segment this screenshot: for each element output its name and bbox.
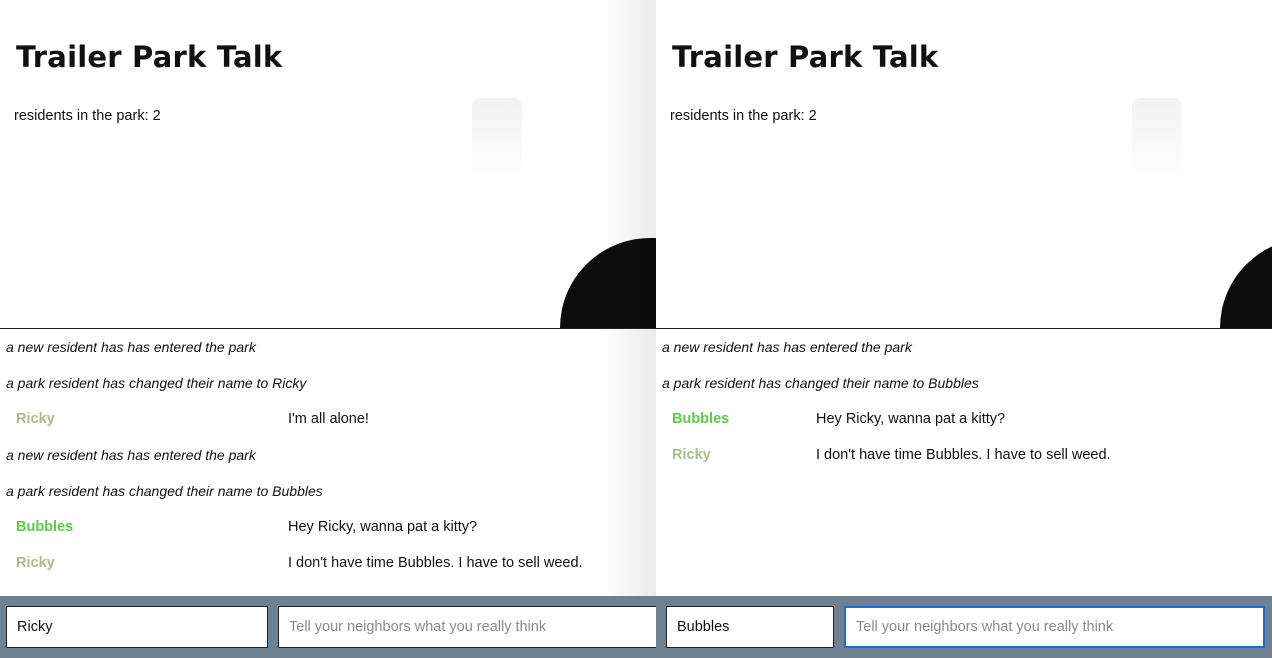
page-title: Trailer Park Talk — [672, 40, 939, 74]
message-author: Ricky — [672, 447, 711, 463]
message-author: Ricky — [16, 555, 55, 571]
residents-count: residents in the park: 2 — [670, 108, 817, 124]
message-author: Bubbles — [672, 411, 730, 427]
chat-message: Bubbles Hey Ricky, wanna pat a kitty? — [656, 401, 1272, 437]
message-text: I don't have time Bubbles. I have to sel… — [816, 447, 1111, 463]
message-list: a new resident has has entered the park a… — [656, 329, 1272, 595]
chat-message: Bubbles Hey Ricky, wanna pat a kitty? — [0, 509, 656, 545]
background-photo — [472, 98, 522, 183]
name-input[interactable] — [666, 606, 834, 648]
message-input[interactable] — [844, 606, 1265, 648]
message-text: I'm all alone! — [288, 411, 369, 427]
message-text: Hey Ricky, wanna pat a kitty? — [288, 519, 478, 535]
header: Trailer Park Talk residents in the park:… — [0, 0, 656, 329]
system-notice: a new resident has has entered the park — [6, 339, 256, 355]
system-notice: a new resident has has entered the park — [6, 447, 256, 463]
chat-message: Ricky I don't have time Bubbles. I have t… — [0, 545, 656, 581]
message-author: Ricky — [16, 411, 55, 427]
name-input[interactable] — [6, 606, 268, 648]
input-bar — [0, 596, 656, 658]
background-photo — [1132, 98, 1182, 183]
background-photo-figure — [1220, 238, 1272, 328]
header: Trailer Park Talk residents in the park:… — [656, 0, 1272, 329]
system-notice: a park resident has changed their name t… — [662, 375, 979, 391]
system-notice: a park resident has changed their name t… — [6, 483, 323, 499]
message-text: I don't have time Bubbles. I have to sel… — [288, 555, 583, 571]
residents-count: residents in the park: 2 — [14, 108, 161, 124]
chat-window-left: Trailer Park Talk residents in the park:… — [0, 0, 656, 658]
message-input[interactable] — [278, 606, 656, 648]
system-notice: a park resident has changed their name t… — [6, 375, 307, 391]
chat-message: Ricky I don't have time Bubbles. I have t… — [656, 437, 1272, 473]
page-title: Trailer Park Talk — [16, 40, 283, 74]
input-bar — [656, 596, 1272, 658]
background-photo-figure — [560, 238, 656, 328]
chat-window-right: Trailer Park Talk residents in the park:… — [656, 0, 1272, 658]
message-text: Hey Ricky, wanna pat a kitty? — [816, 411, 1006, 427]
message-list: a new resident has has entered the park a… — [0, 329, 656, 595]
chat-message: Ricky I'm all alone! — [0, 401, 656, 437]
message-author: Bubbles — [16, 519, 74, 535]
system-notice: a new resident has has entered the park — [662, 339, 912, 355]
